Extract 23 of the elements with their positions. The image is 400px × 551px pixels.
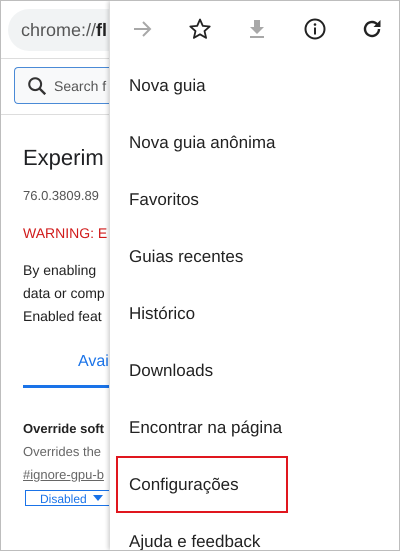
- version-text: 76.0.3809.89: [23, 188, 100, 203]
- menu-item[interactable]: Configurações: [116, 456, 288, 513]
- warning-text: WARNING: E: [23, 225, 108, 241]
- page-title: Experim: [23, 145, 105, 172]
- menu-item[interactable]: Histórico: [116, 285, 288, 342]
- menu-item[interactable]: Downloads: [116, 342, 288, 399]
- menu-item[interactable]: Favoritos: [116, 171, 288, 228]
- intro-text: By enabling: [23, 261, 98, 280]
- flag-description: Overrides the: [23, 444, 102, 459]
- info-icon[interactable]: [302, 17, 326, 41]
- flag-link[interactable]: #ignore-gpu-b: [23, 467, 109, 482]
- menu-item[interactable]: Nova guia: [116, 57, 288, 114]
- menu-item[interactable]: Nova guia anônima: [116, 114, 288, 171]
- menu-item[interactable]: Guias recentes: [116, 228, 288, 285]
- intro-text: data or comp: [23, 284, 106, 303]
- dropdown[interactable]: Disabled: [25, 490, 109, 506]
- search-field[interactable]: Search f: [14, 67, 109, 104]
- menu-item[interactable]: Encontrar na página: [116, 399, 288, 456]
- caret-icon: [92, 495, 103, 501]
- star-icon[interactable]: [188, 17, 212, 41]
- flag-name: Override soft: [23, 421, 105, 436]
- address-bar[interactable]: chrome://fl: [8, 9, 109, 51]
- intro-text: Enabled feat: [23, 307, 103, 326]
